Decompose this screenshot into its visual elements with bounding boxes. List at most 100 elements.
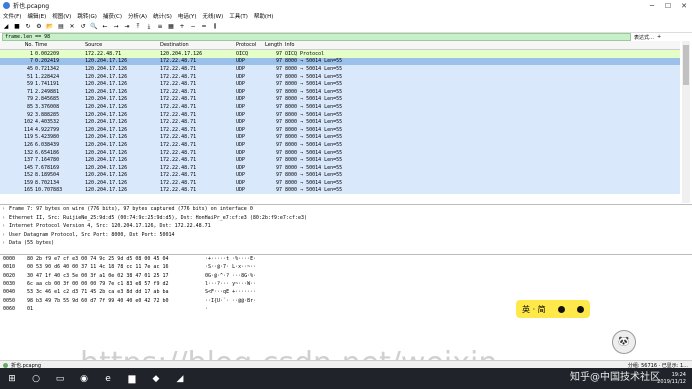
save-icon[interactable]: ▤	[57, 23, 65, 31]
ime-eye-icon	[557, 305, 565, 313]
store-icon[interactable]: ◆	[149, 372, 163, 386]
column-header-no[interactable]: No.	[0, 42, 35, 48]
packet-row[interactable]: 119 5.423980 120.204.17.126 172.22.48.71 UDP…	[0, 133, 680, 142]
menu-item[interactable]: 无线(W)	[203, 12, 224, 20]
ime-toolbar[interactable]: 英 · 简	[516, 300, 590, 318]
bytes-line[interactable]: 0020 30 47 1f 40 c3 5e 00 3f a1 0e 02 38 …	[0, 272, 692, 280]
column-header-length[interactable]: Length	[265, 42, 285, 48]
zoom-in-icon[interactable]: +	[178, 23, 186, 31]
autoscroll-icon[interactable]: ≡	[156, 23, 164, 31]
packet-row[interactable]: 152 8.189504 120.204.17.126 172.22.48.71 UDP…	[0, 171, 680, 180]
first-icon[interactable]: ⤒	[134, 23, 142, 31]
menu-item[interactable]: 跳转(G)	[77, 12, 97, 20]
bytes-line[interactable]: 0040 53 3c 46 e1 c2 d3 71 45 2b ca e3 8d …	[0, 288, 692, 296]
menu-item[interactable]: 分析(A)	[128, 12, 147, 20]
menu-item[interactable]: 工具(T)	[229, 12, 248, 20]
bytes-line[interactable]: 0010 00 53 90 d6 40 00 37 11 4c 18 78 cc …	[0, 263, 692, 271]
colorize-icon[interactable]: ▦	[167, 23, 175, 31]
packet-cell-time: 3.888285	[35, 111, 60, 118]
detail-tree-item[interactable]: › User Datagram Protocol, Src Port: 8000,…	[0, 231, 692, 240]
packet-row[interactable]: 137 7.164780 120.204.17.126 172.22.48.71 UDP…	[0, 156, 680, 164]
packet-cell-proto: UDP	[236, 103, 246, 110]
options-icon[interactable]: ⚙	[35, 23, 43, 31]
taskview-icon[interactable]: ▭	[53, 372, 67, 386]
packet-cell-time: 3.376008	[35, 103, 60, 110]
bytes-hex: 98 b3 49 7b 55 9d 60 d7 7f 99 40 40 e0 4…	[27, 297, 169, 304]
column-header-destination[interactable]: Destination	[160, 42, 236, 48]
shark-fin-icon[interactable]: ◢	[2, 23, 10, 31]
bytes-line[interactable]: 0000 80 2b f9 e7 cf e3 00 74 9c 25 9d d5 …	[0, 255, 692, 263]
restart-icon[interactable]: ↻	[24, 23, 32, 31]
packet-cell-no: 126	[23, 141, 33, 148]
packet-row[interactable]: 51 1.228424 120.204.17.126 172.22.48.71 UDP 9…	[0, 72, 680, 81]
edge-icon[interactable]: e	[101, 372, 115, 386]
last-icon[interactable]: ⤓	[145, 23, 153, 31]
open-icon[interactable]: 📂	[46, 23, 54, 31]
packet-row[interactable]: 59 1.741191 120.204.17.126 172.22.48.71 UDP 9…	[0, 80, 680, 88]
packet-cell-no: 114	[23, 126, 33, 133]
menu-item[interactable]: 捕获(C)	[103, 12, 122, 20]
close-icon[interactable]: ✕	[68, 23, 76, 31]
expand-arrow-icon[interactable]: ›	[2, 232, 9, 238]
packet-list-scrollbar[interactable]	[682, 41, 690, 203]
packet-row[interactable]: 114 4.922799 120.204.17.126 172.22.48.71 UDP…	[0, 125, 680, 134]
packet-row[interactable]: 79 2.845685 120.204.17.126 172.22.48.71 UDP 9…	[0, 95, 680, 104]
bytes-ascii: S<F···qE +·······	[205, 289, 257, 296]
column-header-info[interactable]: Info	[285, 42, 585, 48]
jump-icon[interactable]: ⇥	[123, 23, 131, 31]
expand-arrow-icon[interactable]: ›	[2, 206, 9, 212]
resize-columns-icon[interactable]: ⫼	[211, 23, 219, 31]
stop-icon[interactable]: ■	[13, 23, 21, 31]
close-button[interactable]: ✕	[676, 0, 692, 11]
expand-arrow-icon[interactable]: ›	[2, 240, 9, 246]
detail-tree-item[interactable]: › Frame 7: 97 bytes on wire (776 bits), 9…	[0, 205, 692, 214]
menu-item[interactable]: 文件(F)	[3, 12, 21, 20]
packet-row[interactable]: 159 8.702134 120.204.17.126 172.22.48.71 UDP…	[0, 179, 680, 187]
detail-tree-item[interactable]: › Ethernet II, Src: RuijieNe_25:9d:d5 (00…	[0, 214, 692, 223]
minimize-button[interactable]: ─	[644, 0, 660, 11]
filter-expression-button[interactable]: 表达式…	[634, 34, 654, 41]
menu-item[interactable]: 帮助(H)	[254, 12, 273, 20]
expand-arrow-icon[interactable]: ›	[2, 215, 9, 221]
chrome-icon[interactable]: ◉	[77, 372, 91, 386]
maximize-button[interactable]: ☐	[660, 0, 676, 11]
menu-item[interactable]: 视图(V)	[52, 12, 71, 20]
forward-icon[interactable]: →	[112, 23, 120, 31]
column-header-source[interactable]: Source	[85, 42, 160, 48]
packet-row[interactable]: 45 0.721342 120.204.17.126 172.22.48.71 UDP 9…	[0, 65, 680, 73]
packet-row[interactable]: 92 3.888285 120.204.17.126 172.22.48.71 UDP 9…	[0, 110, 680, 119]
packet-row[interactable]: 7 0.202419 120.204.17.126 172.22.48.71 UDP 97…	[0, 57, 680, 66]
packet-row[interactable]: 126 6.038439 120.204.17.126 172.22.48.71 UDP…	[0, 141, 680, 149]
packet-row[interactable]: 165 10.707883 120.204.17.126 172.22.48.71 UD…	[0, 186, 680, 195]
packet-row[interactable]: 85 3.376008 120.204.17.126 172.22.48.71 UDP 9…	[0, 103, 680, 111]
search-icon[interactable]: 🔍	[90, 23, 98, 31]
start-icon[interactable]: ⊞	[5, 372, 19, 386]
column-header-protocol[interactable]: Protocol	[236, 42, 265, 48]
system-clock[interactable]: 19:24 2019/11/12	[657, 372, 692, 386]
packet-row[interactable]: 145 7.678169 120.204.17.126 172.22.48.71 UDP…	[0, 163, 680, 172]
packet-row[interactable]: 71 2.249881 120.204.17.126 172.22.48.71 UDP 9…	[0, 87, 680, 96]
packet-list: 1 0.002209 172.22.48.71 120.204.17.126 OICQ 9…	[0, 50, 680, 203]
reload-icon[interactable]: ↺	[79, 23, 87, 31]
zoom-out-icon[interactable]: −	[189, 23, 197, 31]
column-header-time[interactable]: Time	[35, 42, 85, 48]
packet-row[interactable]: 1 0.002209 172.22.48.71 120.204.17.126 OICQ 9…	[0, 50, 680, 58]
add-filter-button[interactable]: +	[657, 34, 661, 40]
scrollbar-thumb[interactable]	[683, 45, 689, 85]
packet-row[interactable]: 132 6.654186 120.204.17.126 172.22.48.71 UDP…	[0, 148, 680, 157]
packet-row[interactable]: 102 4.403532 120.204.17.126 172.22.48.71 UDP…	[0, 118, 680, 126]
display-filter-input[interactable]: frame.len == 98	[2, 33, 631, 41]
search-icon[interactable]: ○	[29, 372, 43, 386]
expand-arrow-icon[interactable]: ›	[2, 223, 9, 229]
detail-tree-item[interactable]: › Internet Protocol Version 4, Src: 120.2…	[0, 222, 692, 231]
menu-item[interactable]: 电话(Y)	[178, 12, 197, 20]
menu-item[interactable]: 统计(S)	[153, 12, 172, 20]
wireshark-icon[interactable]: ◢	[173, 372, 187, 386]
bytes-line[interactable]: 0030 6c aa cb 00 3f 00 00 00 79 7e c1 83 …	[0, 280, 692, 288]
detail-tree-item[interactable]: › Data (55 bytes)	[0, 239, 692, 248]
menu-item[interactable]: 编辑(E)	[27, 12, 46, 20]
packet-cell-src: 172.22.48.71	[85, 50, 122, 57]
explorer-icon[interactable]: ▆	[125, 372, 139, 386]
back-icon[interactable]: ←	[101, 23, 109, 31]
zoom-reset-icon[interactable]: =	[200, 23, 208, 31]
